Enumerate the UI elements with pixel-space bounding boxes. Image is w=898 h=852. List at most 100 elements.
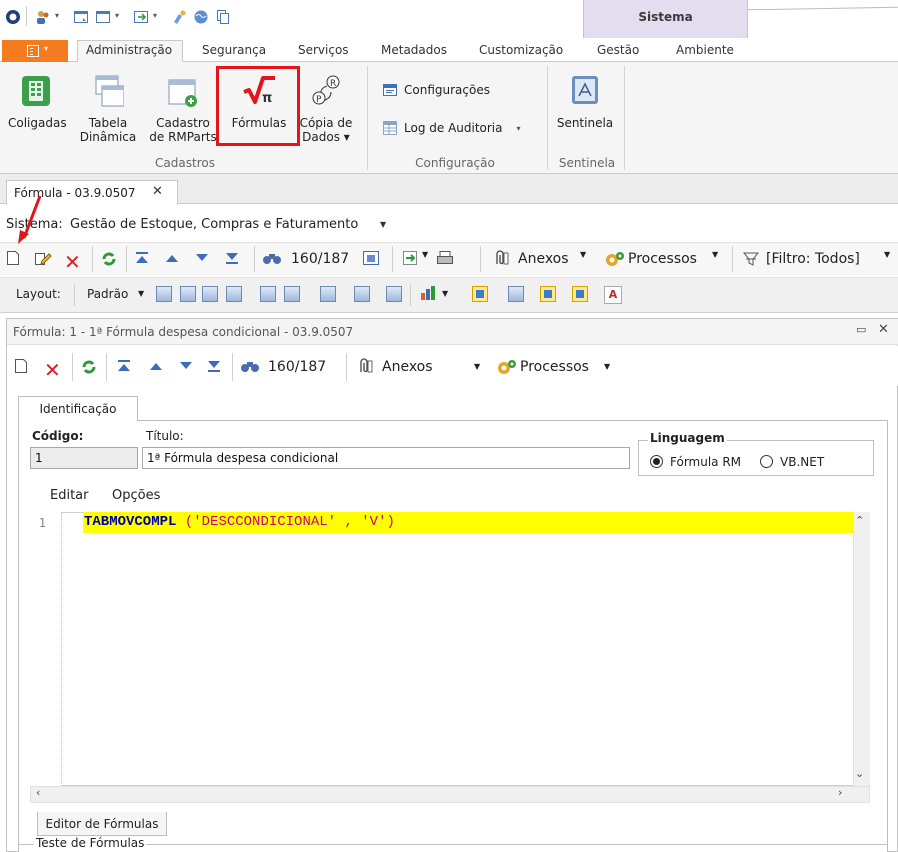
next-record-icon[interactable] (194, 250, 210, 266)
menu-editar[interactable]: Editar (50, 488, 89, 503)
globe-icon[interactable] (192, 8, 210, 26)
padrao-dropdown[interactable]: Padrão (87, 287, 128, 301)
refresh-icon[interactable] (80, 358, 98, 376)
window-download-icon[interactable] (72, 8, 90, 26)
copy-icon[interactable] (214, 8, 232, 26)
code-line[interactable]: TABMOVCOMPL ('DESCCONDICIONAL' , 'V') (84, 514, 395, 530)
tab-servicos[interactable]: Serviços (298, 43, 349, 57)
tab-identificacao[interactable]: Identificação (18, 396, 138, 421)
log-auditoria-button[interactable]: Log de Auditoria ▾ (382, 120, 521, 136)
last-record-icon[interactable] (224, 250, 240, 266)
users-icon[interactable] (34, 8, 52, 26)
view-mode-1-icon[interactable] (472, 286, 488, 302)
binoculars-icon[interactable] (240, 358, 260, 374)
scroll-down-icon[interactable]: ⌄ (855, 767, 864, 780)
radio-vbnet[interactable] (760, 455, 773, 468)
file-menu-button[interactable]: ▾ (2, 40, 68, 62)
close-icon[interactable]: ✕ (152, 184, 163, 199)
paint-icon[interactable] (170, 8, 188, 26)
next-record-icon[interactable] (178, 358, 194, 374)
export-icon[interactable] (132, 8, 150, 26)
app-orb-icon[interactable] (4, 8, 22, 26)
layout-sum-icon[interactable] (354, 286, 370, 302)
view-mode-3-icon[interactable] (540, 286, 556, 302)
tab-administracao[interactable]: Administração (86, 43, 172, 57)
chevron-down-icon[interactable]: ▼ (380, 220, 386, 229)
window-icon[interactable] (94, 8, 112, 26)
anexos-button[interactable]: Anexos (518, 251, 569, 267)
tab-metadados[interactable]: Metadados (381, 43, 447, 57)
tab-customizacao[interactable]: Customização (479, 43, 563, 57)
chevron-down-icon[interactable]: ▼ (474, 362, 480, 371)
chevron-down-icon[interactable]: ▼ (138, 289, 144, 298)
view-mode-4-icon[interactable] (572, 286, 588, 302)
refresh-icon[interactable] (100, 250, 118, 268)
radio-formula-rm[interactable] (650, 455, 663, 468)
new-icon[interactable] (6, 250, 20, 266)
calendar-icon[interactable] (362, 250, 380, 266)
chevron-down-icon[interactable]: ▾ (55, 11, 59, 20)
sentinela-button[interactable]: Sentinela (552, 74, 618, 130)
copia-dados-button[interactable]: R P Cópia de Dados ▾ (294, 74, 358, 144)
delete-icon[interactable]: ✕ (44, 358, 61, 382)
chevron-down-icon[interactable]: ▼ (580, 250, 586, 259)
paperclip-icon[interactable] (356, 358, 374, 374)
chevron-down-icon[interactable]: ▼ (422, 250, 428, 259)
tab-editor-formulas[interactable]: Editor de Fórmulas (37, 812, 167, 836)
cadastro-rmparts-button[interactable]: Cadastro de RMParts (148, 74, 218, 144)
delete-icon[interactable]: ✕ (64, 250, 81, 274)
layout-list-icon[interactable] (202, 286, 218, 302)
filter-button[interactable]: [Filtro: Todos] (766, 251, 860, 267)
context-tab-sistema[interactable]: Sistema (583, 0, 748, 38)
processos-button[interactable]: Processos (520, 359, 589, 375)
prev-record-icon[interactable] (164, 250, 180, 266)
coligadas-button[interactable]: Coligadas (8, 74, 67, 130)
new-icon[interactable] (14, 358, 28, 374)
vertical-scrollbar[interactable] (853, 512, 870, 786)
scroll-up-icon[interactable]: ⌃ (855, 514, 864, 527)
chevron-down-icon[interactable]: ▾ (115, 11, 119, 20)
first-record-icon[interactable] (134, 250, 150, 266)
tab-ambiente[interactable]: Ambiente (676, 43, 734, 57)
chevron-down-icon[interactable]: ▼ (604, 362, 610, 371)
scroll-right-icon[interactable]: › (838, 786, 842, 799)
layout-up-icon[interactable] (284, 286, 300, 302)
tab-gestao[interactable]: Gestão (597, 43, 639, 57)
menu-opcoes[interactable]: Opções (112, 488, 160, 503)
view-mode-2-icon[interactable] (508, 286, 524, 302)
system-select[interactable]: Gestão de Estoque, Compras e Faturamento (70, 217, 358, 232)
paperclip-icon[interactable] (492, 250, 510, 266)
configuracoes-button[interactable]: Configurações (382, 82, 490, 98)
binoculars-icon[interactable] (262, 250, 282, 266)
restore-icon[interactable]: ▭ (856, 323, 866, 336)
font-a-icon[interactable]: A (604, 286, 622, 304)
scroll-left-icon[interactable]: ‹ (36, 786, 40, 799)
horizontal-scrollbar[interactable] (30, 786, 870, 803)
chevron-down-icon[interactable]: ▼ (884, 250, 890, 259)
tab-seguranca[interactable]: Segurança (202, 43, 266, 57)
codigo-field[interactable]: 1 (30, 447, 138, 469)
prev-record-icon[interactable] (148, 358, 164, 374)
layout-columns-icon[interactable] (320, 286, 336, 302)
code-editor[interactable] (30, 512, 870, 786)
layout-table-icon[interactable] (226, 286, 242, 302)
chevron-down-icon[interactable]: ▾ (153, 11, 157, 20)
close-icon[interactable]: ✕ (878, 322, 889, 337)
last-record-icon[interactable] (206, 358, 222, 374)
chevron-down-icon[interactable]: ▼ (442, 289, 448, 298)
titulo-field[interactable]: 1ª Fórmula despesa condicional (142, 447, 630, 469)
bar-chart-icon[interactable] (420, 285, 438, 304)
layout-down-icon[interactable] (260, 286, 276, 302)
layout-save-icon[interactable] (156, 286, 172, 302)
processos-gear-icon[interactable] (496, 358, 518, 376)
processos-button[interactable]: Processos (628, 251, 697, 267)
layout-grid-icon[interactable] (180, 286, 196, 302)
layout-edit-icon[interactable] (386, 286, 402, 302)
print-icon[interactable] (436, 250, 454, 266)
anexos-button[interactable]: Anexos (382, 359, 433, 375)
tabela-dinamica-button[interactable]: Tabela Dinâmica (76, 74, 140, 144)
chevron-down-icon[interactable]: ▼ (712, 250, 718, 259)
processos-gear-icon[interactable] (604, 250, 626, 268)
filter-icon[interactable] (742, 250, 760, 268)
edit-icon[interactable] (34, 250, 52, 266)
